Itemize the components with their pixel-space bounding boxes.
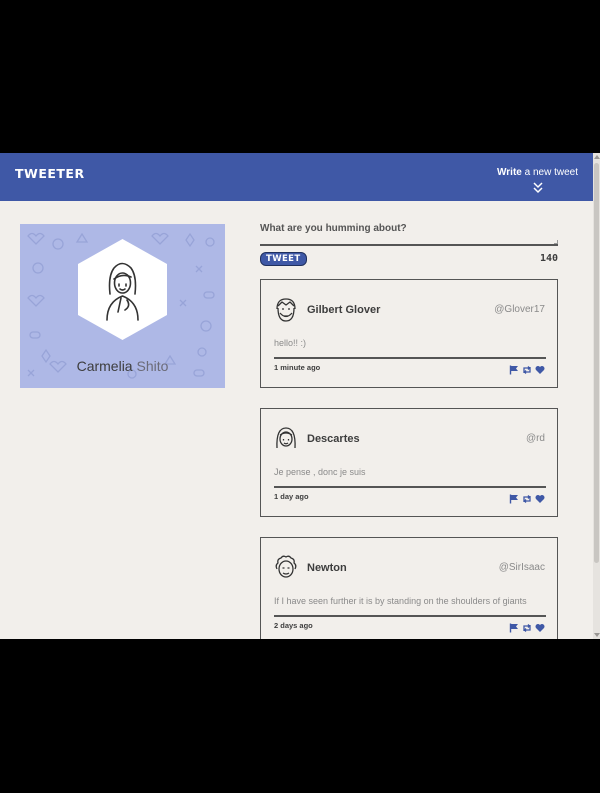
profile-name: Carmelia Shito bbox=[20, 358, 225, 374]
page-scrollbar[interactable] bbox=[593, 153, 600, 639]
flag-icon[interactable] bbox=[509, 620, 519, 633]
app-logo[interactable]: TWEETER bbox=[15, 166, 85, 181]
tweet-composer: What are you humming about? TWEET 140 bbox=[260, 223, 558, 266]
top-navigation-bar: TWEETER Write a new tweet bbox=[0, 153, 593, 201]
write-label: Write bbox=[497, 167, 522, 178]
tweet-divider bbox=[274, 615, 546, 617]
long-hair-avatar-icon bbox=[276, 427, 296, 449]
tweet-card: Gilbert Glover @Glover17 hello!! :) 1 mi… bbox=[260, 279, 558, 388]
bearded-man-avatar-icon bbox=[276, 298, 296, 322]
tweet-card: Newton @SirIsaac If I have seen further … bbox=[260, 537, 558, 639]
flag-icon[interactable] bbox=[509, 491, 519, 504]
write-new-tweet-link[interactable]: Write a new tweet bbox=[497, 167, 578, 178]
heart-icon[interactable] bbox=[535, 362, 545, 374]
tweet-actions bbox=[509, 362, 545, 375]
tweet-divider bbox=[274, 486, 546, 488]
girl-avatar-icon bbox=[78, 239, 167, 340]
profile-last-name: Shito bbox=[136, 358, 169, 374]
tweet-timestamp: 1 day ago bbox=[274, 492, 309, 501]
profile-first-name: Carmelia bbox=[76, 358, 133, 374]
scrollbar-thumb[interactable] bbox=[594, 163, 599, 563]
tweet-author: Descartes bbox=[307, 433, 360, 445]
tweet-timestamp: 1 minute ago bbox=[274, 363, 321, 372]
tweet-handle[interactable]: @rd bbox=[526, 433, 545, 444]
character-counter: 140 bbox=[539, 253, 558, 264]
app-viewport: TWEETER Write a new tweet Carmelia Shito… bbox=[0, 153, 600, 639]
heart-icon[interactable] bbox=[535, 620, 545, 632]
retweet-icon[interactable] bbox=[522, 491, 532, 503]
new-tweet-label: a new tweet bbox=[521, 167, 578, 178]
textarea-resize-handle[interactable] bbox=[554, 240, 558, 244]
tweet-handle[interactable]: @Glover17 bbox=[494, 304, 545, 315]
curly-hair-avatar-icon bbox=[275, 555, 297, 578]
flag-icon[interactable] bbox=[509, 362, 519, 375]
tweet-actions bbox=[509, 491, 545, 504]
composer-prompt-input[interactable]: What are you humming about? bbox=[260, 223, 558, 234]
scroll-up-arrow-icon[interactable] bbox=[594, 155, 600, 159]
heart-icon[interactable] bbox=[535, 491, 545, 503]
tweet-timestamp: 2 days ago bbox=[274, 621, 313, 630]
tweet-content: Je pense , donc je suis bbox=[274, 467, 366, 477]
tweet-author: Gilbert Glover bbox=[307, 304, 381, 316]
scroll-down-arrow-icon[interactable] bbox=[594, 633, 600, 637]
double-chevron-down-icon[interactable] bbox=[533, 182, 543, 194]
composer-underline bbox=[260, 244, 558, 246]
tweet-content: hello!! :) bbox=[274, 338, 307, 348]
tweet-author: Newton bbox=[307, 562, 347, 574]
tweet-handle[interactable]: @SirIsaac bbox=[499, 562, 545, 573]
retweet-icon[interactable] bbox=[522, 362, 532, 374]
tweet-divider bbox=[274, 357, 546, 359]
profile-card: Carmelia Shito bbox=[20, 224, 225, 388]
tweet-button[interactable]: TWEET bbox=[260, 252, 307, 266]
tweet-content: If I have seen further it is by standing… bbox=[274, 596, 527, 606]
retweet-icon[interactable] bbox=[522, 620, 532, 632]
tweet-card: Descartes @rd Je pense , donc je suis 1 … bbox=[260, 408, 558, 517]
tweet-actions bbox=[509, 620, 545, 633]
